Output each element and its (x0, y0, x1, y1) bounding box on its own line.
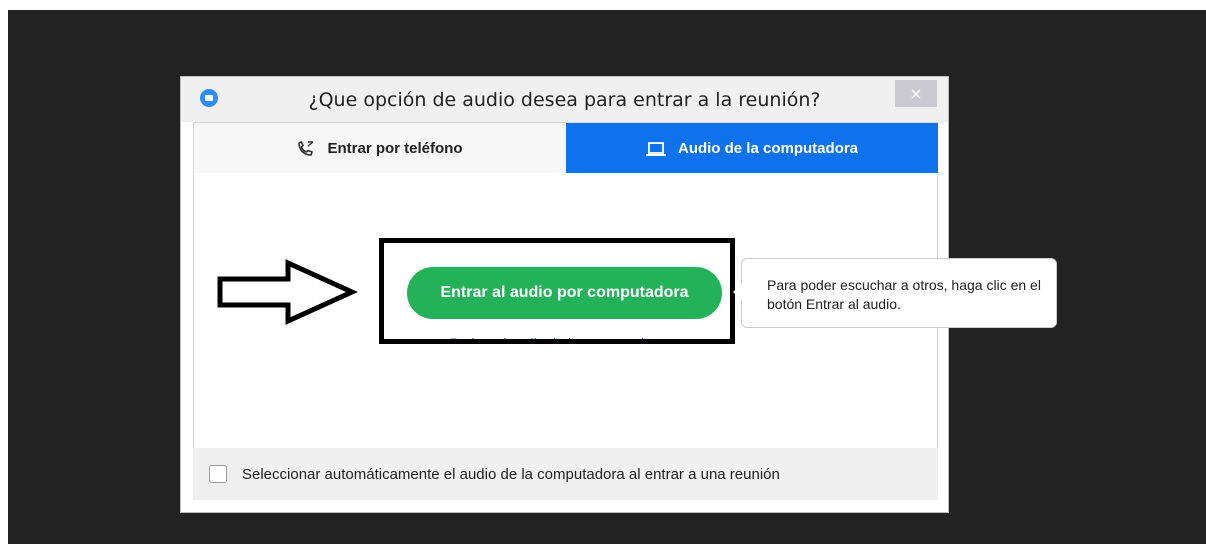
join-computer-audio-button[interactable]: Entrar al audio por computadora (407, 267, 722, 319)
hint-tooltip: Para poder escuchar a otros, haga clic e… (733, 258, 1057, 328)
laptop-icon (645, 141, 666, 157)
auto-audio-checkbox[interactable] (209, 465, 227, 483)
tab-phone[interactable]: Entrar por teléfono (194, 123, 566, 174)
title-bar: ¿Que opción de audio desea para entrar a… (181, 77, 948, 122)
tooltip-arrow (733, 283, 742, 301)
dialog-title: ¿Que opción de audio desea para entrar a… (308, 89, 821, 111)
close-button[interactable]: × (895, 80, 937, 107)
phone-icon (297, 140, 315, 157)
tooltip-text: Para poder escuchar a otros, haga clic e… (767, 277, 1041, 312)
annotation-arrow-icon (217, 259, 358, 325)
auto-audio-label: Seleccionar automáticamente el audio de … (242, 466, 780, 483)
audio-tabs: Entrar por teléfono Audio de la computad… (193, 122, 938, 174)
tab-phone-label: Entrar por teléfono (327, 140, 463, 157)
footer-bar: Seleccionar automáticamente el audio de … (193, 448, 938, 500)
tab-computer-label: Audio de la computadora (677, 140, 858, 157)
